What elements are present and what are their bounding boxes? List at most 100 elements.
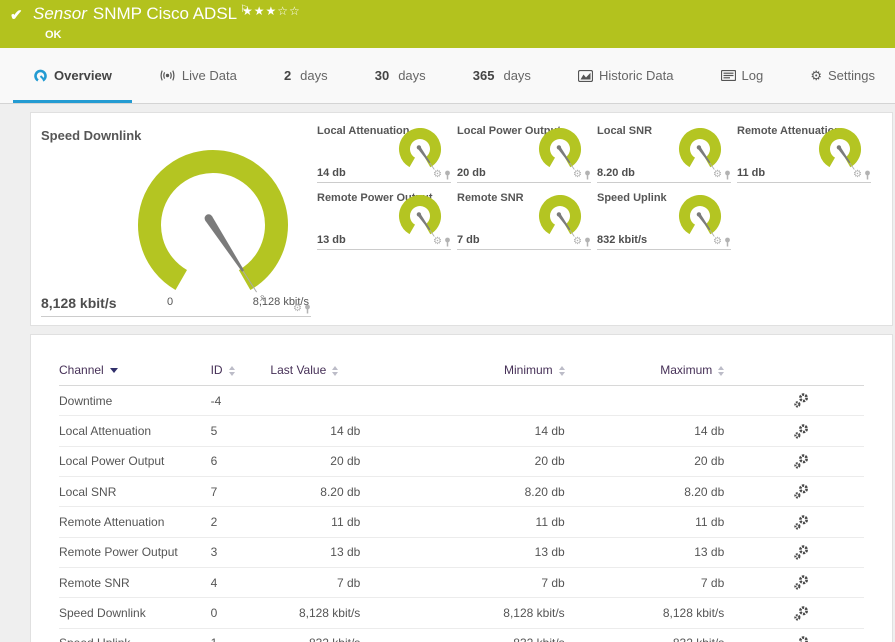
column-header-last-value[interactable]: Last Value bbox=[270, 357, 361, 386]
minimum-cell: 8.20 db bbox=[360, 476, 565, 508]
minimum-cell: 14 db bbox=[360, 415, 565, 447]
channel-cell: Local Attenuation bbox=[59, 415, 211, 447]
maximum-cell: 8,128 kbit/s bbox=[564, 597, 725, 629]
small-gauge-title: Remote SNR bbox=[457, 192, 524, 204]
tab-30-days[interactable]: 30 days bbox=[369, 48, 432, 103]
live-icon bbox=[160, 70, 175, 81]
last-value-cell: 20 db bbox=[270, 446, 361, 477]
channel-cell: Local Power Output bbox=[59, 446, 211, 477]
column-header-channel[interactable]: Channel bbox=[59, 357, 211, 386]
channel-settings-gears-icon[interactable] bbox=[794, 393, 809, 408]
channel-cell: Speed Downlink bbox=[59, 597, 211, 629]
chart-icon bbox=[578, 69, 594, 82]
small-gauge-value: 8.20 db bbox=[597, 167, 635, 179]
channel-cell: Local SNR bbox=[59, 476, 211, 508]
maximum-cell: 11 db bbox=[564, 506, 725, 538]
pin-icon[interactable] bbox=[724, 170, 731, 180]
small-gauge-title: Speed Uplink bbox=[597, 192, 667, 204]
table-row: Remote Power Output 3 13 db 13 db 13 db bbox=[59, 537, 864, 568]
minimum-cell: 7 db bbox=[360, 567, 565, 599]
primary-gauge: x̄ bbox=[138, 150, 288, 303]
channel-gear-icon[interactable]: ⚙ bbox=[713, 170, 722, 180]
sort-icon bbox=[228, 365, 235, 376]
id-cell: 2 bbox=[210, 506, 271, 538]
last-value-cell bbox=[270, 385, 361, 417]
tab-365-days[interactable]: 365 days bbox=[467, 48, 537, 103]
tab-settings[interactable]: ⚙ Settings bbox=[804, 48, 881, 103]
channel-settings-gears-icon[interactable] bbox=[794, 636, 809, 642]
last-value-cell: 11 db bbox=[270, 506, 361, 538]
channel-gear-icon[interactable]: ⚙ bbox=[573, 237, 582, 247]
channel-settings-gears-icon[interactable] bbox=[794, 484, 809, 499]
tab-log[interactable]: Log bbox=[715, 48, 770, 103]
channel-settings-gears-icon[interactable] bbox=[794, 575, 809, 590]
pin-icon[interactable] bbox=[584, 170, 591, 180]
pin-icon[interactable] bbox=[444, 237, 451, 247]
last-value-cell: 7 db bbox=[270, 567, 361, 599]
tab-2-days[interactable]: 2 days bbox=[278, 48, 334, 103]
small-gauge-cell[interactable]: Local Power Output 20 db ⚙ bbox=[457, 123, 591, 183]
channel-table-panel: Channel ID Last Value Minimum Maximum Do… bbox=[30, 334, 893, 642]
pin-icon[interactable] bbox=[444, 170, 451, 180]
channel-cell: Remote Attenuation bbox=[59, 506, 211, 538]
small-gauge-value: 11 db bbox=[737, 167, 766, 179]
channel-settings-gears-icon[interactable] bbox=[794, 545, 809, 560]
minimum-cell: 13 db bbox=[360, 537, 565, 568]
id-cell: 5 bbox=[210, 415, 271, 447]
maximum-cell: 14 db bbox=[564, 415, 725, 447]
small-gauge-cell[interactable]: Local Attenuation 14 db ⚙ bbox=[317, 123, 451, 183]
maximum-cell: 832 kbit/s bbox=[564, 628, 725, 642]
column-header-maximum[interactable]: Maximum bbox=[564, 357, 725, 386]
small-gauge-cell[interactable]: Remote Power Output 13 db ⚙ bbox=[317, 190, 451, 250]
channel-table: Channel ID Last Value Minimum Maximum Do… bbox=[59, 357, 864, 642]
channel-gear-icon[interactable]: ⚙ bbox=[433, 237, 442, 247]
maximum-cell: 13 db bbox=[564, 537, 725, 568]
sort-icon bbox=[718, 365, 725, 376]
column-header-id[interactable]: ID bbox=[210, 357, 271, 386]
id-cell: 1 bbox=[210, 628, 271, 642]
id-cell: 4 bbox=[210, 567, 271, 599]
pin-icon[interactable] bbox=[864, 170, 871, 180]
channel-gear-icon[interactable]: ⚙ bbox=[433, 170, 442, 180]
tab-overview[interactable]: Overview bbox=[13, 48, 132, 103]
pin-icon[interactable] bbox=[584, 237, 591, 247]
rating-stars[interactable]: ★★★☆☆ bbox=[242, 4, 301, 18]
small-gauge-value: 13 db bbox=[317, 234, 346, 246]
last-value-cell: 14 db bbox=[270, 415, 361, 447]
table-row: Remote SNR 4 7 db 7 db 7 db bbox=[59, 567, 864, 599]
channel-gear-icon[interactable]: ⚙ bbox=[573, 170, 582, 180]
pin-icon[interactable] bbox=[304, 304, 311, 314]
channel-settings-gears-icon[interactable] bbox=[794, 605, 809, 621]
table-header-row: Channel ID Last Value Minimum Maximum bbox=[59, 357, 864, 386]
small-gauge-cell[interactable]: Speed Uplink 832 kbit/s ⚙ bbox=[597, 190, 731, 250]
tab-historic-data[interactable]: Historic Data bbox=[572, 48, 679, 103]
log-icon bbox=[720, 70, 736, 81]
tab-live-data[interactable]: Live Data bbox=[153, 48, 243, 103]
table-row: Speed Uplink 1 832 kbit/s 832 kbit/s 832… bbox=[59, 628, 864, 642]
sort-desc-icon bbox=[109, 368, 118, 374]
primary-gauge-cell[interactable]: Speed Downlink x̄ 0 8,128 kbit/s 8,128 k… bbox=[41, 123, 311, 317]
sensor-title-line: Sensor SNMP Cisco ADSL ⚐ bbox=[33, 4, 249, 24]
minimum-cell: 11 db bbox=[360, 506, 565, 538]
small-gauge-cell[interactable]: Remote SNR 7 db ⚙ bbox=[457, 190, 591, 250]
channel-gear-icon[interactable]: ⚙ bbox=[713, 237, 722, 247]
small-gauge-cell[interactable]: Local SNR 8.20 db ⚙ bbox=[597, 123, 731, 183]
small-gauge-cell[interactable]: Remote Attenuation 11 db ⚙ bbox=[737, 123, 871, 183]
minimum-cell bbox=[360, 385, 565, 417]
channel-settings-gears-icon[interactable] bbox=[794, 454, 809, 469]
channel-cell: Speed Uplink bbox=[59, 628, 211, 642]
table-row: Remote Attenuation 2 11 db 11 db 11 db bbox=[59, 506, 864, 538]
last-value-cell: 8,128 kbit/s bbox=[270, 597, 361, 629]
minimum-cell: 8,128 kbit/s bbox=[360, 597, 565, 629]
channel-gear-icon[interactable]: ⚙ bbox=[853, 170, 862, 180]
object-kind-label: Sensor bbox=[33, 4, 87, 23]
channel-gear-icon[interactable]: ⚙ bbox=[293, 304, 302, 314]
channel-settings-gears-icon[interactable] bbox=[794, 514, 809, 530]
column-header-minimum[interactable]: Minimum bbox=[360, 357, 565, 386]
maximum-cell: 20 db bbox=[564, 446, 725, 477]
maximum-cell: 8.20 db bbox=[564, 476, 725, 508]
channel-cell: Remote SNR bbox=[59, 567, 211, 599]
id-cell: 6 bbox=[210, 446, 271, 477]
channel-settings-gears-icon[interactable] bbox=[794, 423, 809, 439]
pin-icon[interactable] bbox=[724, 237, 731, 247]
